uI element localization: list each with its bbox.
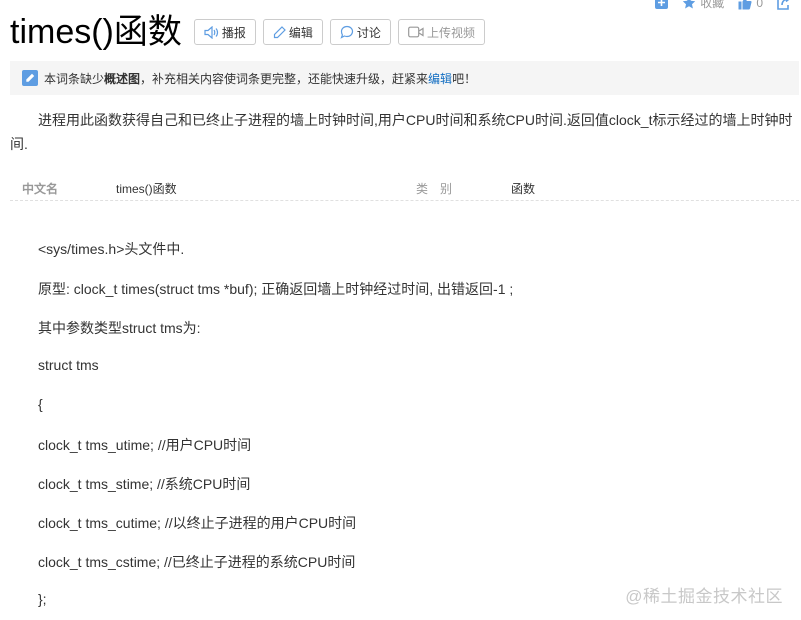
title-buttons: 播报 编辑 讨论 上传视频 (193, 19, 485, 45)
favorite-label: 收藏 (700, 0, 725, 10)
title-row: times()函数 播报 编辑 讨论 上传视频 (10, 10, 485, 54)
notice-text-after: 吧！ (452, 71, 477, 86)
share-button[interactable] (777, 0, 791, 10)
info-value-category: 函数 (511, 182, 536, 196)
video-icon (408, 26, 424, 38)
edit-button[interactable]: 编辑 (262, 19, 323, 45)
notice-text-middle: ，补充相关内容使词条更完整，还能快速升级，赶紧来 (140, 71, 429, 86)
content-line: clock_t tms_utime; //用户CPU时间 (38, 437, 252, 453)
info-box: 中文名 times()函数 类别 函数 (10, 178, 799, 201)
pencil-icon (273, 25, 286, 39)
favorite-button[interactable]: 收藏 (682, 0, 724, 11)
speaker-icon (204, 25, 219, 39)
top-actions: 收藏 0 (655, 0, 791, 11)
content-line: }; (38, 591, 47, 607)
info-value-chinese-name: times()函数 (116, 182, 177, 196)
content-line: <sys/times.h>头文件中. (38, 241, 185, 257)
broadcast-button[interactable]: 播报 (193, 19, 256, 45)
summary-paragraph: 进程用此函数获得自己和已终止子进程的墙上时钟时间,用户CPU时间和系统CPU时间… (10, 112, 793, 152)
like-count: 0 (756, 0, 763, 10)
content-line: struct tms (38, 357, 99, 373)
notice-edit-link[interactable]: 编辑 (428, 70, 452, 87)
add-button[interactable] (655, 0, 669, 9)
edit-badge-icon (22, 70, 38, 86)
info-name-chinese-name: 中文名 (22, 182, 59, 196)
content-line: { (38, 396, 43, 412)
content-line: 其中参数类型struct tms为: (38, 320, 201, 336)
notice-text-before: 本词条缺少 (44, 71, 105, 86)
content-line: clock_t tms_stime; //系统CPU时间 (38, 476, 251, 492)
upload-video-button[interactable]: 上传视频 (397, 19, 485, 45)
watermark: @稀土掘金技术社区 (625, 587, 783, 606)
discuss-button[interactable]: 讨论 (329, 19, 391, 45)
upload-video-label: 上传视频 (426, 25, 475, 40)
like-button[interactable]: 0 (738, 0, 763, 10)
notice-bold: 概述图 (104, 71, 141, 86)
content-line: clock_t tms_cutime; //以终止子进程的用户CPU时间 (38, 515, 357, 531)
content-line: clock_t tms_cstime; //已终止子进程的系统CPU时间 (38, 554, 356, 570)
content-line: 原型: clock_t times(struct tms *buf); 正确返回… (38, 281, 514, 297)
star-icon (682, 0, 696, 10)
chat-bubble-icon (340, 25, 354, 39)
notice-bar: 本词条缺少 概述图 ，补充相关内容使词条更完整，还能快速升级，赶紧来 编辑 吧！ (10, 61, 799, 95)
discuss-label: 讨论 (356, 25, 381, 40)
info-name-category: 类别 (416, 182, 465, 196)
plus-square-icon (655, 0, 669, 9)
broadcast-label: 播报 (221, 25, 246, 40)
share-icon (777, 0, 791, 10)
edit-label: 编辑 (288, 25, 313, 40)
page-title: times()函数 (10, 13, 182, 51)
thumbs-up-icon (738, 0, 752, 10)
